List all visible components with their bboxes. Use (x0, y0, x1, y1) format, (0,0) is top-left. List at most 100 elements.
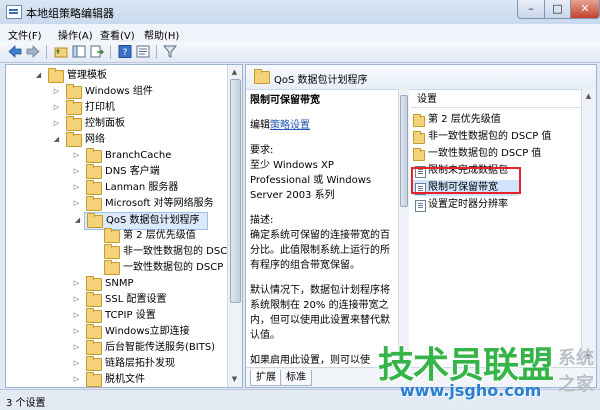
maximize-button[interactable]: □ (544, 0, 571, 19)
expand-arrow-icon[interactable]: ▷ (72, 199, 81, 208)
tree-item-label: Windows立即连接 (105, 326, 190, 337)
tree-item[interactable]: ▷ TCPIP 设置 (6, 308, 224, 324)
tree-item[interactable]: ▷ Lanman 服务器 (6, 180, 224, 196)
folder-icon (66, 100, 82, 115)
expand-arrow-icon[interactable]: ▷ (52, 87, 61, 96)
description-text: 确定系统可保留的连接带宽的百分比。此值限制系统上运行的所有程序的组合带宽保留。 (250, 230, 390, 271)
tree-item[interactable]: ▷ 控制面板 (6, 116, 224, 132)
menu-view[interactable]: 查看(V) (100, 27, 135, 42)
expand-arrow-icon[interactable]: ▷ (52, 119, 61, 128)
tree-item-label: 控制面板 (85, 118, 125, 129)
scroll-down-arrow[interactable]: ▼ (228, 373, 241, 385)
setting-row[interactable]: 设置定时器分辨率 (413, 197, 579, 213)
list-vertical-scrollbar[interactable]: ▲ ▼ (581, 89, 596, 365)
tree-item[interactable]: ▷ SSL 配置设置 (6, 292, 224, 308)
tree-item-label: TCPIP 设置 (105, 310, 156, 321)
setting-row[interactable]: 第 2 层优先级值 (413, 112, 579, 128)
menu-bar: 文件(F) 操作(A) 查看(V) 帮助(H) (0, 24, 600, 42)
menu-help[interactable]: 帮助(H) (144, 27, 179, 42)
edit-prefix: 编辑 (250, 120, 270, 131)
description-scrollbar[interactable] (398, 89, 409, 365)
toolbar: ? (0, 42, 600, 63)
collapse-arrow-icon[interactable]: ◢ (52, 135, 61, 144)
forward-icon[interactable] (26, 45, 40, 58)
scroll-up-arrow[interactable]: ▲ (582, 90, 595, 102)
collapse-arrow-icon[interactable]: ◢ (34, 71, 43, 80)
close-button[interactable]: ✕ (570, 0, 600, 19)
tree-item[interactable]: ▷ Microsoft 对等网络服务 (6, 196, 224, 212)
tree-item[interactable]: ◢ 管理模板 (6, 68, 224, 84)
tree-item[interactable]: ▷ 脱机文件 (6, 372, 224, 387)
help-icon[interactable]: ? (118, 45, 132, 58)
expand-arrow-icon[interactable]: ▷ (72, 151, 81, 160)
folder-icon (66, 116, 82, 131)
expand-arrow-icon[interactable]: ▷ (72, 375, 81, 384)
expand-arrow-icon[interactable] (90, 263, 99, 272)
expand-arrow-icon[interactable]: ▷ (72, 295, 81, 304)
menu-action[interactable]: 操作(A) (58, 27, 93, 42)
setting-row-label: 非一致性数据包的 DSCP 值 (428, 131, 552, 142)
tab-extended[interactable]: 扩展 (250, 370, 282, 386)
folder-icon (413, 148, 425, 161)
toolbar-separator (110, 45, 111, 59)
tree-item[interactable]: ▷ SNMP (6, 276, 224, 292)
folder-icon (86, 180, 102, 195)
expand-arrow-icon[interactable]: ▷ (72, 343, 81, 352)
tree-item[interactable]: 一致性数据包的 DSCP 值 (6, 260, 236, 276)
tree-item[interactable]: ▷ Windows 组件 (6, 84, 224, 100)
tree-item[interactable]: ▷ BranchCache (6, 148, 224, 164)
requirements-text: 至少 Windows XP Professional 或 Windows Ser… (250, 160, 372, 201)
collapse-arrow-icon[interactable]: ◢ (73, 216, 82, 225)
tree-item[interactable]: ▷ DNS 客户端 (6, 164, 224, 180)
setting-row[interactable]: 一致性数据包的 DSCP 值 (413, 146, 579, 162)
tree-item-label: 管理模板 (67, 70, 107, 81)
menu-file[interactable]: 文件(F) (8, 27, 42, 42)
setting-row-label: 一致性数据包的 DSCP 值 (428, 148, 542, 159)
show-hide-tree-icon[interactable] (72, 45, 86, 58)
tree-item-label: 第 2 层优先级值 (123, 230, 196, 241)
folder-icon (254, 69, 270, 84)
folder-icon (86, 356, 102, 371)
title-bar[interactable]: 本地组策略编辑器 – □ ✕ (0, 0, 600, 24)
expand-arrow-icon[interactable] (90, 231, 99, 240)
column-header-setting[interactable]: 设置 (411, 91, 581, 108)
expand-arrow-icon[interactable]: ▷ (72, 183, 81, 192)
expand-arrow-icon[interactable]: ▷ (72, 327, 81, 336)
setting-row[interactable]: 非一致性数据包的 DSCP 值 (413, 129, 579, 145)
folder-icon (86, 276, 102, 291)
expand-arrow-icon[interactable]: ▷ (72, 167, 81, 176)
tree-item[interactable]: ▷ 打印机 (6, 100, 224, 116)
tree-item[interactable]: ▷ Windows立即连接 (6, 324, 224, 340)
description-label: 描述: (250, 215, 274, 226)
requirements-label: 要求: (250, 145, 274, 156)
tree-item[interactable]: 非一致性数据包的 DSCP 值 (6, 244, 242, 260)
tree-item-label: DNS 客户端 (105, 166, 160, 177)
expand-arrow-icon[interactable]: ▷ (72, 359, 81, 368)
folder-icon (104, 228, 120, 243)
properties-icon[interactable] (136, 45, 150, 58)
filter-icon[interactable] (163, 45, 177, 58)
export-list-icon[interactable] (90, 45, 104, 58)
edit-policy-link[interactable]: 策略设置 (270, 120, 310, 131)
tab-standard[interactable]: 标准 (280, 370, 312, 386)
tree-item-label: 打印机 (85, 102, 115, 113)
tree-item[interactable]: ▷ 链路层拓扑发现 (6, 356, 224, 372)
tree-vertical-scrollbar[interactable]: ▲ ▼ (227, 65, 242, 387)
scroll-thumb[interactable] (230, 79, 241, 303)
tree-item-label: 非一致性数据包的 DSCP 值 (123, 246, 243, 257)
expand-arrow-icon[interactable]: ▷ (72, 311, 81, 320)
window-title: 本地组策略编辑器 (26, 7, 114, 20)
minimize-button[interactable]: – (517, 0, 545, 19)
folder-icon (413, 131, 425, 144)
back-icon[interactable] (8, 45, 22, 58)
tree-item[interactable]: ▷ 后台智能传送服务(BITS) (6, 340, 224, 356)
expand-arrow-icon[interactable] (90, 247, 99, 256)
scroll-up-arrow[interactable]: ▲ (228, 66, 241, 78)
tree-item[interactable]: 第 2 层优先级值 (6, 228, 224, 244)
tree-item-label: 后台智能传送服务(BITS) (105, 342, 216, 353)
tree-item[interactable]: ◢ 网络 (6, 132, 224, 148)
expand-arrow-icon[interactable]: ▷ (72, 279, 81, 288)
expand-arrow-icon[interactable]: ▷ (52, 103, 61, 112)
scroll-thumb[interactable] (400, 95, 408, 207)
up-folder-icon[interactable] (54, 45, 68, 58)
